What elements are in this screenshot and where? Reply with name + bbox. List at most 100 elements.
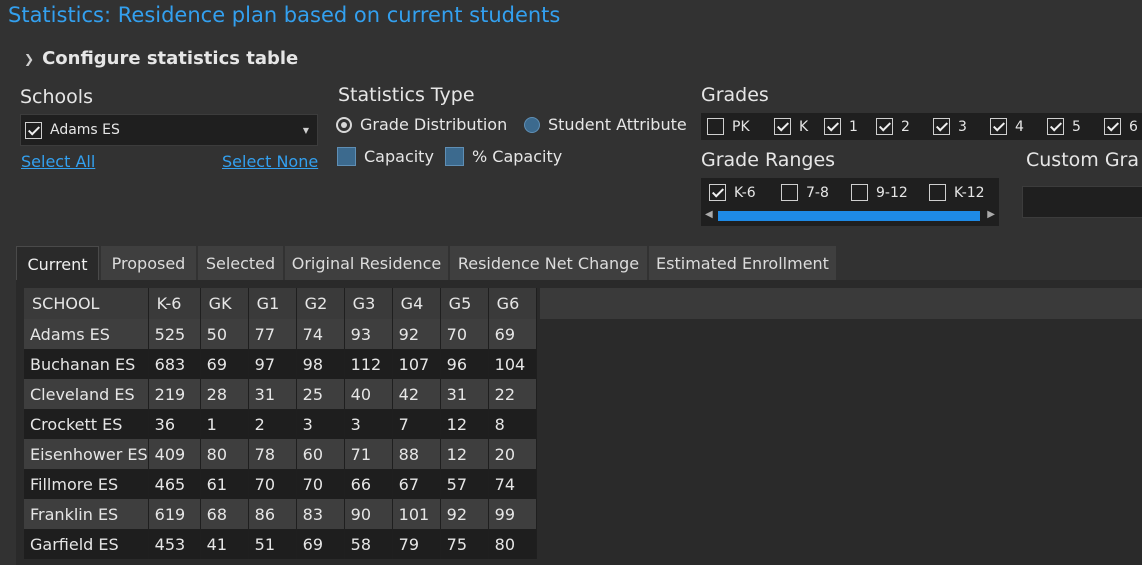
tab-residence-net-change[interactable]: Residence Net Change: [450, 246, 647, 280]
grade-item-4[interactable]: 4: [984, 118, 1041, 135]
grade-checkbox[interactable]: [933, 118, 950, 135]
tab-strip: Current Proposed Selected Original Resid…: [16, 246, 1142, 281]
range-checkbox[interactable]: [709, 184, 726, 201]
school-checkbox[interactable]: [25, 121, 42, 139]
value-cell: 50: [200, 319, 249, 349]
column-header-g1[interactable]: G1: [248, 288, 297, 319]
school-name-cell: Fillmore ES: [24, 469, 149, 499]
value-cell: 61: [200, 469, 249, 499]
range-label: 7-8: [806, 184, 829, 201]
scroll-right-icon[interactable]: ▶: [987, 209, 995, 220]
table-row[interactable]: Franklin ES 619 68 86 83 90 101 92 99: [24, 499, 537, 529]
grade-item-k[interactable]: K: [768, 118, 818, 135]
range-item-9-12[interactable]: 9-12: [851, 184, 908, 201]
grade-checkbox[interactable]: [707, 118, 724, 135]
grade-checkbox[interactable]: [1047, 118, 1064, 135]
custom-grades-input[interactable]: [1022, 186, 1142, 218]
value-cell: 67: [392, 469, 441, 499]
percent-capacity-checkbox[interactable]: % Capacity: [445, 147, 562, 166]
value-cell: 51: [248, 529, 297, 559]
grade-checkbox[interactable]: [774, 118, 791, 135]
ranges-scrollbar[interactable]: ◀ ▶: [705, 209, 995, 222]
schools-dropdown[interactable]: Adams ES ▼: [20, 114, 318, 146]
grade-item-3[interactable]: 3: [927, 118, 984, 135]
table-row[interactable]: Garfield ES 453 41 51 69 58 79 75 80: [24, 529, 537, 559]
grade-ranges-list: K-6 7-8 9-12 K-12 ◀ ▶: [701, 178, 999, 226]
grade-checkbox[interactable]: [876, 118, 893, 135]
student-attribute-radio[interactable]: Student Attribute: [524, 115, 687, 134]
tab-original-residence[interactable]: Original Residence: [285, 246, 448, 280]
column-header-g6[interactable]: G6: [488, 288, 537, 319]
column-header-g3[interactable]: G3: [344, 288, 393, 319]
tab-proposed[interactable]: Proposed: [101, 246, 196, 280]
column-header-g4[interactable]: G4: [392, 288, 441, 319]
value-cell: 409: [148, 439, 201, 469]
column-header-school[interactable]: SCHOOL: [24, 288, 149, 319]
range-item-7-8[interactable]: 7-8: [781, 184, 829, 201]
value-cell: 104: [488, 349, 537, 379]
column-header-k6[interactable]: K-6: [148, 288, 201, 319]
column-header-gk[interactable]: GK: [200, 288, 249, 319]
value-cell: 31: [440, 379, 489, 409]
scroll-left-icon[interactable]: ◀: [705, 209, 713, 220]
value-cell: 98: [296, 349, 345, 379]
value-cell: 57: [440, 469, 489, 499]
value-cell: 75: [440, 529, 489, 559]
range-checkbox[interactable]: [929, 184, 946, 201]
value-cell: 78: [248, 439, 297, 469]
grade-checkbox[interactable]: [824, 118, 841, 135]
grade-checkbox[interactable]: [990, 118, 1007, 135]
capacity-checkbox[interactable]: Capacity: [337, 147, 434, 166]
radio-selected-icon[interactable]: [336, 116, 352, 133]
value-cell: 465: [148, 469, 201, 499]
grade-distribution-radio[interactable]: Grade Distribution: [336, 115, 507, 134]
grade-item-6[interactable]: 6: [1098, 118, 1142, 135]
table-row[interactable]: Crockett ES 36 1 2 3 3 7 12 8: [24, 409, 537, 439]
table-row[interactable]: Buchanan ES 683 69 97 98 112 107 96 104: [24, 349, 537, 379]
value-cell: 25: [296, 379, 345, 409]
table-row[interactable]: Adams ES 525 50 77 74 93 92 70 69: [24, 319, 537, 349]
schools-selected-value: Adams ES: [50, 122, 120, 138]
value-cell: 69: [488, 319, 537, 349]
value-cell: 1: [200, 409, 249, 439]
range-checkbox[interactable]: [851, 184, 868, 201]
range-item-k-12[interactable]: K-12: [929, 184, 985, 201]
column-header-g5[interactable]: G5: [440, 288, 489, 319]
capacity-checkbox-box[interactable]: [337, 147, 356, 166]
table-row[interactable]: Eisenhower ES 409 80 78 60 71 88 12 20: [24, 439, 537, 469]
custom-grades-heading: Custom Gra: [1026, 149, 1140, 171]
value-cell: 683: [148, 349, 201, 379]
select-none-link[interactable]: Select None: [222, 152, 318, 171]
table-row[interactable]: Cleveland ES 219 28 31 25 40 42 31 22: [24, 379, 537, 409]
value-cell: 77: [248, 319, 297, 349]
value-cell: 74: [296, 319, 345, 349]
grade-item-pk[interactable]: PK: [701, 118, 768, 135]
tab-current[interactable]: Current: [16, 246, 99, 281]
range-item-k-6[interactable]: K-6: [709, 184, 756, 201]
tab-selected[interactable]: Selected: [198, 246, 283, 280]
percent-capacity-checkbox-box[interactable]: [445, 147, 464, 166]
tab-estimated-enrollment[interactable]: Estimated Enrollment: [649, 246, 836, 280]
range-checkbox[interactable]: [781, 184, 798, 201]
configure-toggle[interactable]: ❯ Configure statistics table: [24, 48, 298, 69]
grade-item-2[interactable]: 2: [870, 118, 927, 135]
select-all-link[interactable]: Select All: [21, 152, 95, 171]
grades-checklist: PK K 1 2 3 4 5 6: [701, 113, 1142, 140]
grade-item-1[interactable]: 1: [818, 118, 870, 135]
table-header-row: SCHOOL K-6 GK G1 G2 G3 G4 G5 G6: [24, 288, 537, 319]
value-cell: 66: [344, 469, 393, 499]
grade-checkbox[interactable]: [1104, 118, 1121, 135]
configure-label: Configure statistics table: [42, 48, 299, 69]
value-cell: 36: [148, 409, 201, 439]
scrollbar-thumb[interactable]: [718, 211, 980, 221]
school-name-cell: Buchanan ES: [24, 349, 149, 379]
grade-item-5[interactable]: 5: [1041, 118, 1098, 135]
table-row[interactable]: Fillmore ES 465 61 70 70 66 67 57 74: [24, 469, 537, 499]
value-cell: 58: [344, 529, 393, 559]
grade-label: 1: [849, 118, 858, 135]
value-cell: 71: [344, 439, 393, 469]
chevron-down-icon[interactable]: ▼: [303, 126, 309, 135]
radio-unselected-icon[interactable]: [524, 116, 540, 133]
column-header-g2[interactable]: G2: [296, 288, 345, 319]
value-cell: 219: [148, 379, 201, 409]
